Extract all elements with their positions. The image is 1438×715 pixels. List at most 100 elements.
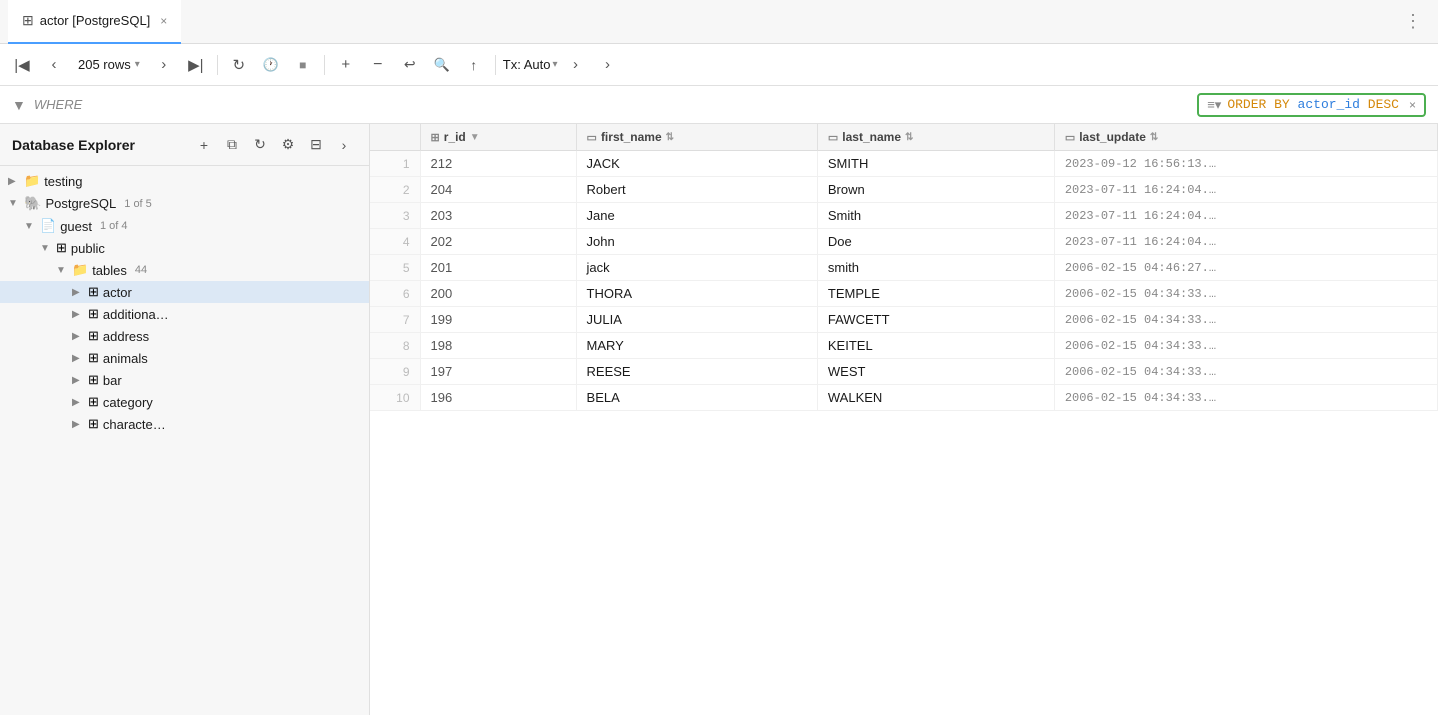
- divider-3: [495, 55, 496, 75]
- col-header-rownum: [370, 124, 420, 151]
- pg-icon: 🐘: [24, 195, 41, 212]
- sidebar-item-bar[interactable]: ▶ ⊞ bar: [0, 369, 369, 391]
- filter-icon: ▼: [12, 97, 26, 113]
- tab-close-btn[interactable]: ×: [160, 14, 167, 28]
- first-btn[interactable]: |◀: [8, 51, 36, 79]
- sidebar-item-postgresql[interactable]: ▼ 🐘 PostgreSQL 1 of 5: [0, 192, 369, 215]
- cell-rownum: 3: [370, 203, 420, 229]
- search-btn[interactable]: 🔍: [428, 51, 456, 79]
- actor-tab[interactable]: ⊞ actor [PostgreSQL] ×: [8, 0, 181, 44]
- cell-first-name: Jane: [576, 203, 817, 229]
- tx-next-btn[interactable]: ›: [594, 51, 622, 79]
- table-row[interactable]: 9 197 REESE WEST 2006-02-15 04:34:33.…: [370, 359, 1438, 385]
- item-label: testing: [44, 174, 82, 189]
- item-label: PostgreSQL: [45, 196, 116, 211]
- chevron-icon: ▼: [56, 265, 68, 276]
- cell-last-update: 2006-02-15 04:34:33.…: [1054, 359, 1437, 385]
- table-icon: ⊞: [88, 416, 99, 432]
- table-row[interactable]: 6 200 THORA TEMPLE 2006-02-15 04:34:33.…: [370, 281, 1438, 307]
- table-row[interactable]: 1 212 JACK SMITH 2023-09-12 16:56:13.…: [370, 151, 1438, 177]
- col-header-last-update[interactable]: ▭ last_update ⇅: [1054, 124, 1437, 151]
- copy-btn[interactable]: ⧉: [219, 132, 245, 158]
- table-row[interactable]: 4 202 John Doe 2023-07-11 16:24:04.…: [370, 229, 1438, 255]
- main-layout: Database Explorer + ⧉ ↻ ⚙ ⊟ › ▶ 📁 testin…: [0, 124, 1438, 715]
- sidebar-item-guest[interactable]: ▼ 📄 guest 1 of 4: [0, 215, 369, 237]
- sidebar-item-testing[interactable]: ▶ 📁 testing: [0, 170, 369, 192]
- folder-icon: 📁: [24, 173, 40, 189]
- settings-btn[interactable]: ⚙: [275, 132, 301, 158]
- divider-1: [217, 55, 218, 75]
- order-field: actor_id: [1298, 97, 1360, 112]
- expand-btn[interactable]: ›: [331, 132, 357, 158]
- revert-btn[interactable]: ↩: [396, 51, 424, 79]
- order-kw: ORDER BY: [1227, 97, 1297, 112]
- remove-row-btn[interactable]: −: [364, 51, 392, 79]
- sidebar-item-animals[interactable]: ▶ ⊞ animals: [0, 347, 369, 369]
- prev-btn[interactable]: ‹: [40, 51, 68, 79]
- col-header-first-name[interactable]: ▭ first_name ⇅: [576, 124, 817, 151]
- table-row[interactable]: 5 201 jack smith 2006-02-15 04:46:27.…: [370, 255, 1438, 281]
- cell-last-update: 2023-09-12 16:56:13.…: [1054, 151, 1437, 177]
- cell-last-name: FAWCETT: [817, 307, 1054, 333]
- cell-actor-id: 212: [420, 151, 576, 177]
- new-connection-btn[interactable]: ⊟: [303, 132, 329, 158]
- table-row[interactable]: 10 196 BELA WALKEN 2006-02-15 04:34:33.…: [370, 385, 1438, 411]
- cell-actor-id: 204: [420, 177, 576, 203]
- rows-chevron-icon: ▾: [135, 59, 140, 70]
- cell-last-name: WALKEN: [817, 385, 1054, 411]
- table-row[interactable]: 8 198 MARY KEITEL 2006-02-15 04:34:33.…: [370, 333, 1438, 359]
- cell-last-update: 2023-07-11 16:24:04.…: [1054, 229, 1437, 255]
- cell-first-name: BELA: [576, 385, 817, 411]
- table-row[interactable]: 3 203 Jane Smith 2023-07-11 16:24:04.…: [370, 203, 1438, 229]
- cell-first-name: JULIA: [576, 307, 817, 333]
- tx-control: Tx: Auto ▾: [503, 57, 558, 72]
- order-close-btn[interactable]: ×: [1409, 98, 1416, 112]
- chevron-icon: ▶: [72, 419, 84, 430]
- cell-last-name: KEITEL: [817, 333, 1054, 359]
- cell-first-name: Robert: [576, 177, 817, 203]
- sidebar-item-category[interactable]: ▶ ⊞ category: [0, 391, 369, 413]
- table-row[interactable]: 7 199 JULIA FAWCETT 2006-02-15 04:34:33.…: [370, 307, 1438, 333]
- item-label: guest: [60, 219, 92, 234]
- item-label: additiona…: [103, 307, 169, 322]
- col-header-last-name[interactable]: ▭ last_name ⇅: [817, 124, 1054, 151]
- sidebar-item-address[interactable]: ▶ ⊞ address: [0, 325, 369, 347]
- cell-first-name: John: [576, 229, 817, 255]
- cell-first-name: MARY: [576, 333, 817, 359]
- last-btn[interactable]: ▶|: [182, 51, 210, 79]
- col-icon: ▭: [1065, 131, 1075, 144]
- cell-last-update: 2023-07-11 16:24:04.…: [1054, 203, 1437, 229]
- table-icon: ⊞: [88, 394, 99, 410]
- cell-rownum: 7: [370, 307, 420, 333]
- add-btn[interactable]: +: [191, 132, 217, 158]
- history-btn[interactable]: 🕐: [257, 51, 285, 79]
- cell-rownum: 1: [370, 151, 420, 177]
- filter-bar: ▼ WHERE ≡▾ ORDER BY actor_id DESC ×: [0, 86, 1438, 124]
- cell-last-update: 2006-02-15 04:34:33.…: [1054, 281, 1437, 307]
- upload-btn[interactable]: ↑: [460, 51, 488, 79]
- where-placeholder[interactable]: WHERE: [34, 97, 82, 112]
- sidebar-item-tables[interactable]: ▼ 📁 tables 44: [0, 259, 369, 281]
- refresh-btn[interactable]: ↻: [225, 51, 253, 79]
- sidebar-item-public[interactable]: ▼ ⊞ public: [0, 237, 369, 259]
- next-btn[interactable]: ›: [150, 51, 178, 79]
- cell-first-name: THORA: [576, 281, 817, 307]
- schema-icon: 📄: [40, 218, 56, 234]
- rows-count-btn[interactable]: 205 rows ▾: [72, 55, 146, 74]
- table-row[interactable]: 2 204 Robert Brown 2023-07-11 16:24:04.…: [370, 177, 1438, 203]
- cell-last-name: smith: [817, 255, 1054, 281]
- tx-prev-btn[interactable]: ›: [562, 51, 590, 79]
- sidebar-item-actor[interactable]: ▶ ⊞ actor: [0, 281, 369, 303]
- chevron-icon: ▶: [72, 287, 84, 298]
- add-row-btn[interactable]: +: [332, 51, 360, 79]
- item-count: 1 of 4: [100, 220, 128, 232]
- refresh-sidebar-btn[interactable]: ↻: [247, 132, 273, 158]
- cell-actor-id: 202: [420, 229, 576, 255]
- chevron-icon: ▶: [8, 176, 20, 187]
- item-label: animals: [103, 351, 148, 366]
- col-header-actor-id[interactable]: ⊞ r_id ▼: [420, 124, 576, 151]
- tab-menu-btn[interactable]: ⋮: [1396, 11, 1430, 32]
- sidebar-item-additional[interactable]: ▶ ⊞ additiona…: [0, 303, 369, 325]
- stop-btn[interactable]: ■: [289, 51, 317, 79]
- sidebar-item-character[interactable]: ▶ ⊞ characte…: [0, 413, 369, 435]
